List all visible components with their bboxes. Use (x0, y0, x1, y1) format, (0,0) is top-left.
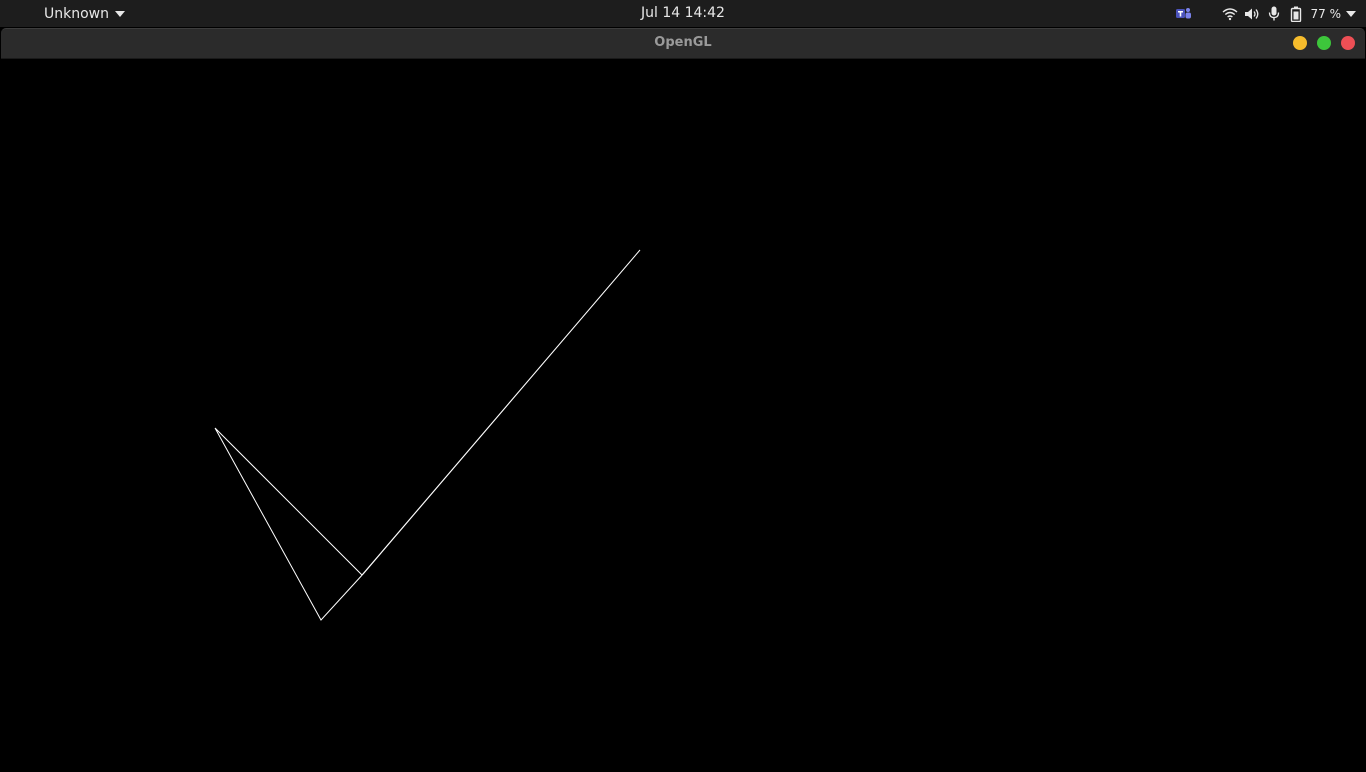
maximize-button[interactable] (1317, 36, 1331, 50)
clock: Jul 14 14:42 (0, 0, 1366, 27)
system-tray[interactable]: 77 % (1173, 0, 1366, 27)
chevron-down-icon (115, 11, 125, 17)
chevron-down-icon[interactable] (1346, 11, 1356, 17)
microphone-icon[interactable] (1263, 0, 1285, 27)
window-title: OpenGL (1, 29, 1365, 57)
teams-icon[interactable] (1173, 0, 1195, 27)
app-menu-label: Unknown (44, 6, 109, 22)
wifi-icon[interactable] (1219, 0, 1241, 27)
checkmark-drawing (1, 59, 1365, 768)
minimize-button[interactable] (1293, 36, 1307, 50)
checkmark-outline (215, 250, 640, 620)
close-button[interactable] (1341, 36, 1355, 50)
clock-label[interactable]: Jul 14 14:42 (635, 5, 731, 21)
battery-percentage: 77 % (1311, 7, 1342, 21)
window-titlebar[interactable]: OpenGL (1, 28, 1365, 59)
top-bar: Unknown Jul 14 14:42 (0, 0, 1366, 27)
opengl-canvas[interactable] (1, 59, 1365, 768)
app-menu-button[interactable]: Unknown (36, 0, 133, 27)
battery-icon[interactable] (1285, 0, 1307, 27)
volume-icon[interactable] (1241, 0, 1263, 27)
